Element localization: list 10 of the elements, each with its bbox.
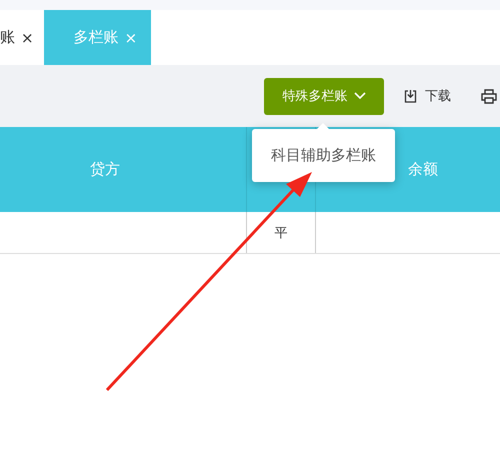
download-button[interactable]: 下载 — [404, 87, 451, 105]
column-header: 贷方 — [90, 160, 120, 179]
chevron-icon — [354, 92, 366, 100]
tab[interactable]: 账 × — [0, 10, 34, 65]
close-icon[interactable]: × — [21, 28, 34, 46]
print-icon[interactable] — [481, 88, 497, 104]
menu-item[interactable]: 科目辅助多栏账 — [271, 146, 376, 164]
download-icon — [404, 89, 417, 103]
column-header: 余额 — [408, 160, 438, 179]
table-cell: 平 — [246, 212, 316, 253]
